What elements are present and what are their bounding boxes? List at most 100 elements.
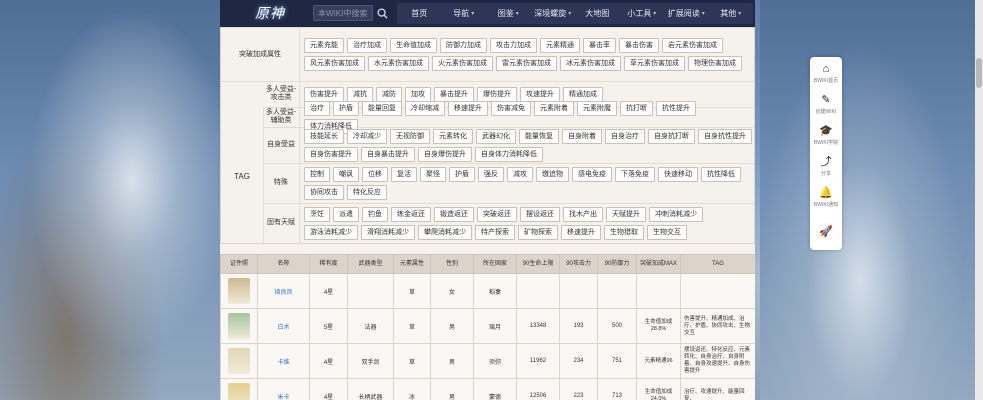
filter-chip[interactable]: 治疗加成 <box>347 38 387 53</box>
filter-chip[interactable]: 天赋提升 <box>606 206 646 222</box>
nav-item[interactable]: 图鉴 ▾ <box>486 3 531 24</box>
filter-chip[interactable]: 暴击伤害 <box>619 38 659 53</box>
filter-chip[interactable]: 减抗 <box>347 86 373 102</box>
filter-chip[interactable]: 练金返还 <box>391 206 431 222</box>
filter-chip[interactable]: 风元素伤害加成 <box>304 56 365 71</box>
filter-chip[interactable]: 钓鱼 <box>362 206 388 222</box>
column-header[interactable]: 90生命上限 <box>516 254 560 274</box>
filter-chip[interactable]: 无视防御 <box>390 128 430 144</box>
filter-chip[interactable]: 找木产出 <box>563 206 603 222</box>
filter-chip[interactable]: 自身暴击提升 <box>361 146 415 162</box>
nav-item[interactable]: 其他 ▾ <box>709 3 754 24</box>
page-scrollbar[interactable] <box>975 0 983 400</box>
filter-chip[interactable]: 快速移动 <box>658 166 698 182</box>
nav-item[interactable]: 深境螺旋 ▾ <box>531 3 576 24</box>
character-avatar[interactable] <box>228 383 250 400</box>
filter-chip[interactable]: 自身爆伤提升 <box>418 146 472 162</box>
filter-chip[interactable]: 攀爬消耗减少 <box>418 224 472 240</box>
filter-chip[interactable]: 生命值加成 <box>390 38 437 53</box>
filter-chip[interactable]: 滑翔消耗减少 <box>361 224 415 240</box>
filter-chip[interactable]: 派遣 <box>333 206 359 222</box>
filter-chip[interactable]: 岩元素伤害加成 <box>662 38 723 53</box>
filter-chip[interactable]: 草元素伤害加成 <box>624 56 685 71</box>
toolbar-item[interactable]: 🔔 BWIKI通知 <box>810 183 842 213</box>
filter-chip[interactable]: 自身抗性提升 <box>698 128 752 144</box>
character-name-link[interactable]: 米卡 <box>257 378 310 400</box>
nav-item[interactable]: 首页 <box>397 3 442 24</box>
nav-item[interactable]: 导航 ▾ <box>442 3 487 24</box>
nav-item[interactable]: 小工具 ▾ <box>620 3 665 24</box>
filter-chip[interactable]: 精通加成 <box>563 86 603 102</box>
filter-chip[interactable]: 特产探索 <box>475 224 515 240</box>
filter-chip[interactable]: 游泳消耗减少 <box>304 224 358 240</box>
filter-chip[interactable]: 技能延长 <box>304 128 344 144</box>
toolbar-item[interactable]: 🎓 BWIKI学院 <box>810 121 842 151</box>
filter-chip[interactable]: 爆伤提升 <box>477 86 517 102</box>
filter-chip[interactable]: 移速提升 <box>448 100 488 116</box>
filter-chip[interactable]: 冷却减少 <box>347 128 387 144</box>
filter-chip[interactable]: 位移 <box>362 166 388 182</box>
filter-chip[interactable]: 自身体力消耗降低 <box>475 146 543 162</box>
filter-chip[interactable]: 锻造返还 <box>434 206 474 222</box>
filter-chip[interactable]: 复活 <box>391 166 417 182</box>
character-avatar[interactable] <box>228 278 250 304</box>
filter-chip[interactable]: 暴击提升 <box>434 86 474 102</box>
filter-chip[interactable]: 火元素伤害加成 <box>432 56 493 71</box>
filter-chip[interactable]: 加攻 <box>405 86 431 102</box>
filter-chip[interactable]: 防御力加成 <box>440 38 487 53</box>
filter-chip[interactable]: 元素转化 <box>433 128 473 144</box>
nav-item[interactable]: 大地图 <box>575 3 620 24</box>
column-header[interactable]: 证件照 <box>220 254 258 274</box>
filter-chip[interactable]: 感电免疫 <box>572 166 612 182</box>
character-name-link[interactable]: 白术 <box>257 308 310 344</box>
filter-chip[interactable]: 护盾 <box>333 100 359 116</box>
site-logo[interactable]: 原神 <box>240 2 300 24</box>
toolbar-item[interactable]: ⤴ 分享 <box>810 152 842 182</box>
filter-chip[interactable]: 暴击率 <box>583 38 616 53</box>
filter-chip[interactable]: 聚怪 <box>420 166 446 182</box>
filter-chip[interactable]: 自身附着 <box>562 128 602 144</box>
character-name-link[interactable]: 绮良良 <box>257 273 310 309</box>
filter-chip[interactable]: 特化反应 <box>347 184 387 200</box>
column-header[interactable]: 武器类型 <box>347 254 394 274</box>
filter-chip[interactable]: 嘲讽 <box>333 166 359 182</box>
filter-chip[interactable]: 自身治疗 <box>605 128 645 144</box>
filter-chip[interactable]: 武器幻化 <box>476 128 516 144</box>
filter-chip[interactable]: 伤害提升 <box>304 86 344 102</box>
filter-chip[interactable]: 冰元素伤害加成 <box>560 56 621 71</box>
filter-chip[interactable]: 攻击力加成 <box>490 38 537 53</box>
filter-chip[interactable]: 元素精通 <box>540 38 580 53</box>
filter-chip[interactable]: 能量回复 <box>362 100 402 116</box>
filter-chip[interactable]: 攻速提升 <box>520 86 560 102</box>
filter-chip[interactable]: 治疗 <box>304 100 330 116</box>
filter-chip[interactable]: 冷却缩减 <box>405 100 445 116</box>
character-name-link[interactable]: 卡维 <box>257 343 310 379</box>
column-header[interactable]: 90攻击力 <box>559 254 598 274</box>
filter-chip[interactable]: 强反 <box>478 166 504 182</box>
filter-chip[interactable]: 控制 <box>304 166 330 182</box>
filter-chip[interactable]: 元素附着 <box>534 100 574 116</box>
filter-chip[interactable]: 抗打断 <box>620 100 653 116</box>
filter-chip[interactable]: 雷元素伤害加成 <box>496 56 557 71</box>
filter-chip[interactable]: 护盾 <box>449 166 475 182</box>
filter-chip[interactable]: 缴追物 <box>536 166 569 182</box>
column-header[interactable]: 所在国家 <box>473 254 517 274</box>
search-input[interactable]: 本WIKI中搜索 <box>313 5 373 21</box>
filter-chip[interactable]: 自身伤害提升 <box>304 146 358 162</box>
filter-chip[interactable]: 摆设返还 <box>520 206 560 222</box>
filter-chip[interactable]: 冲刺消耗减少 <box>649 206 703 222</box>
filter-chip[interactable]: 减攻 <box>507 166 533 182</box>
filter-chip[interactable]: 能量恢复 <box>519 128 559 144</box>
filter-chip[interactable]: 移速提升 <box>561 224 601 240</box>
filter-chip[interactable]: 生物猎取 <box>604 224 644 240</box>
filter-chip[interactable]: 元素充能 <box>304 38 344 53</box>
filter-chip[interactable]: 矿物探索 <box>518 224 558 240</box>
toolbar-item[interactable]: ✎ 创建WIKI <box>810 90 842 120</box>
filter-chip[interactable]: 烹饪 <box>304 206 330 222</box>
column-header[interactable]: 性别 <box>430 254 474 274</box>
filter-chip[interactable]: 协同攻击 <box>304 184 344 200</box>
filter-chip[interactable]: 伤害减免 <box>491 100 531 116</box>
filter-chip[interactable]: 抗性提升 <box>656 100 696 116</box>
filter-chip[interactable]: 突破返还 <box>477 206 517 222</box>
toolbar-item[interactable]: 🚀 <box>810 217 842 247</box>
